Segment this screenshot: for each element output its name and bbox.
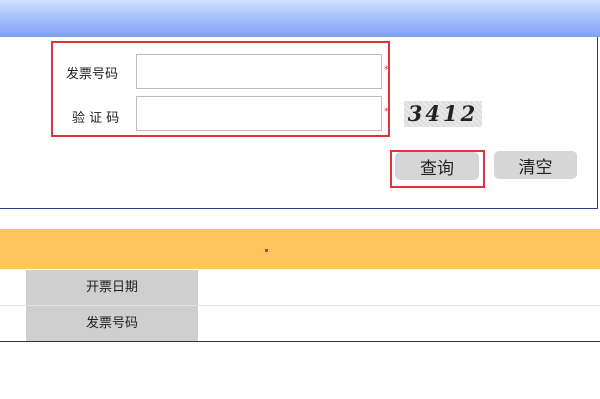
results-header-dot [265, 249, 268, 252]
top-banner [0, 0, 600, 37]
clear-button[interactable]: 清空 [494, 151, 577, 179]
invoice-number-required-mark: * [384, 65, 389, 75]
invoice-number-result-label: 发票号码 [26, 306, 198, 341]
captcha-required-mark: * [384, 107, 389, 117]
result-row-issue-date: 开票日期 [0, 270, 600, 306]
results-header-bar [0, 229, 600, 269]
captcha-label: 验 证 码 [72, 111, 120, 126]
invoice-number-label: 发票号码 [66, 67, 119, 82]
result-row-invoice-number: 发票号码 [0, 306, 600, 342]
captcha-input[interactable] [136, 96, 382, 131]
query-button[interactable]: 查询 [395, 152, 479, 180]
invoice-number-input[interactable] [136, 54, 382, 89]
issue-date-label: 开票日期 [26, 270, 198, 305]
captcha-image[interactable]: 3412 [404, 101, 482, 127]
